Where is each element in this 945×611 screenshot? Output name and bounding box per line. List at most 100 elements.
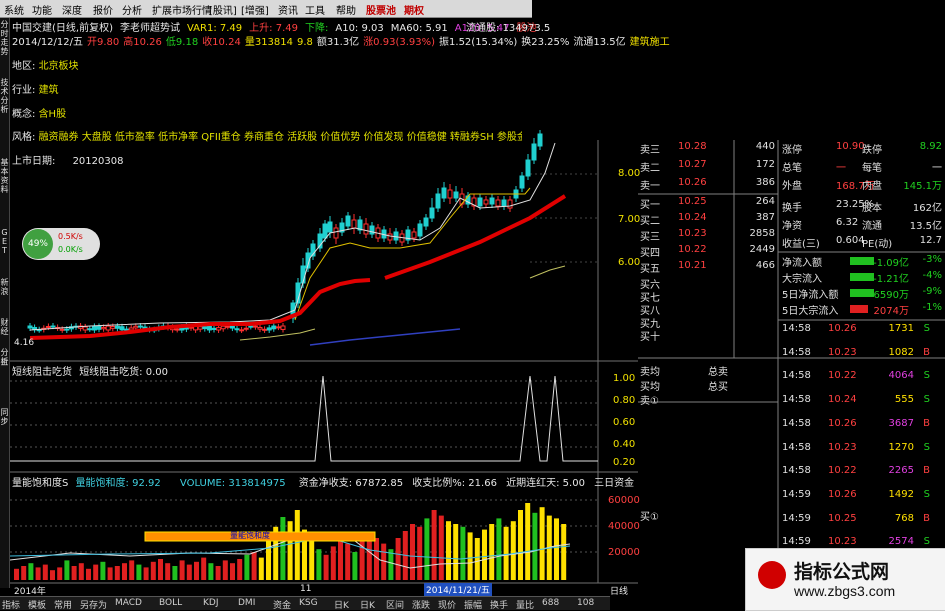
- candle-body: [537, 133, 543, 147]
- bottom-tab-10[interactable]: 日K: [334, 598, 349, 611]
- bottom-tab-bar: 指标 模板 常用 另存为 MACD BOLL KDJ DMI 资金 KSG 日K 日K 区间 涨跌 现价 振幅…: [0, 596, 610, 611]
- menu-item-8[interactable]: 资讯: [278, 2, 298, 17]
- trade-side: S: [923, 488, 930, 500]
- bottom-tab-12[interactable]: 区间: [386, 598, 404, 611]
- header2-part: 涨0.93(3.93%): [363, 37, 436, 48]
- bottom-tab-11[interactable]: 日K: [360, 598, 375, 611]
- candle-body: [423, 217, 429, 227]
- total-buy-label: 总买: [708, 382, 728, 393]
- volume-bar: [78, 563, 84, 580]
- volume-bar: [489, 524, 495, 580]
- trade-volume: 4064: [888, 370, 914, 382]
- bottom-tab-15[interactable]: 振幅: [464, 598, 482, 611]
- speed-badge[interactable]: 49% 0.5K/s 0.0K/s: [22, 228, 100, 260]
- trade-side: S: [923, 370, 930, 382]
- volume-bar: [323, 554, 329, 580]
- left-tab-4[interactable]: 新浪: [0, 278, 9, 296]
- watermark-title: 指标公式网: [794, 561, 890, 583]
- volume-bar: [525, 503, 531, 580]
- candle-body: [105, 325, 111, 331]
- volume-bar: [100, 561, 106, 580]
- candle-body: [133, 325, 139, 329]
- trade-volume: 2265: [888, 465, 914, 477]
- left-tab-7[interactable]: 三: [0, 358, 9, 367]
- bottom-tab-1[interactable]: 模板: [28, 598, 46, 611]
- volume-bar: [129, 560, 135, 580]
- menu-item-9[interactable]: 工具: [305, 2, 325, 17]
- left-tab-2[interactable]: 基本资料: [0, 158, 9, 194]
- menu-item-11[interactable]: 股票池: [366, 2, 396, 17]
- period-label[interactable]: 日线: [610, 584, 628, 597]
- left-tab-5[interactable]: 财经: [0, 318, 9, 336]
- trade-side: B: [923, 346, 930, 358]
- left-tab-0[interactable]: 分时走势: [0, 20, 9, 56]
- candle-body: [477, 197, 483, 207]
- volume-bar: [309, 540, 315, 580]
- ask-volume: 440: [755, 141, 775, 152]
- bottom-tab-6[interactable]: KDJ: [203, 598, 219, 608]
- volume-bar: [539, 507, 545, 580]
- candle-body: [128, 327, 134, 331]
- bottom-tab-17[interactable]: 量比: [516, 598, 534, 611]
- menu-item-5[interactable]: 扩展市场行情: [152, 2, 212, 17]
- panel3-tick: 60000: [608, 495, 640, 506]
- trade-side: S: [923, 536, 930, 548]
- volume-bar: [28, 563, 34, 580]
- trade-volume: 1082: [888, 346, 914, 358]
- info-concept: 概念: 含H股: [12, 109, 67, 120]
- bottom-tab-2[interactable]: 常用: [54, 598, 72, 611]
- bottom-tab-19[interactable]: 108: [577, 598, 594, 608]
- volume-bar: [215, 566, 221, 580]
- buy-queue-label[interactable]: 买①: [640, 508, 659, 523]
- volume-bar: [122, 563, 127, 580]
- panel2-tick: 0.20: [613, 457, 636, 468]
- bottom-tab-3[interactable]: 另存为: [80, 598, 107, 611]
- ask-price: 10.27: [678, 159, 707, 170]
- header2-part: 开9.80: [87, 37, 120, 48]
- menu-item-0[interactable]: 系统: [4, 2, 24, 17]
- menu-item-12[interactable]: 期权: [404, 2, 424, 17]
- bottom-tab-13[interactable]: 涨跌: [412, 598, 430, 611]
- volume-bar: [417, 526, 423, 580]
- left-tab-8[interactable]: 同步: [0, 408, 9, 426]
- bottom-tab-5[interactable]: BOLL: [159, 598, 182, 608]
- stat-label: PE(动): [862, 239, 893, 250]
- sell-queue-label[interactable]: 卖①: [640, 392, 659, 407]
- candle-body: [225, 325, 231, 328]
- volume-bar: [258, 557, 264, 580]
- trade-side: B: [923, 512, 930, 524]
- bottom-tab-4[interactable]: MACD: [115, 598, 142, 608]
- left-tab-1[interactable]: 技术分析: [0, 78, 9, 114]
- bottom-tab-0[interactable]: 指标: [2, 598, 20, 611]
- menu-item-3[interactable]: 报价: [93, 2, 113, 17]
- menu-item-7[interactable]: [增强]: [241, 2, 269, 17]
- volume-bar: [114, 566, 120, 580]
- menu-item-10[interactable]: 帮助: [336, 2, 356, 17]
- menu-item-4[interactable]: 分析: [122, 2, 142, 17]
- volume-bar: [93, 564, 99, 580]
- menu-item-2[interactable]: 深度: [62, 2, 82, 17]
- bottom-tab-7[interactable]: DMI: [238, 598, 255, 608]
- candle-body: [27, 325, 33, 329]
- candle-body: [202, 326, 208, 330]
- left-tab-3[interactable]: GET: [0, 228, 9, 255]
- volume-bar: [287, 521, 293, 580]
- bottom-tab-18[interactable]: 688: [542, 598, 559, 608]
- flow-label: 大宗流入: [782, 274, 822, 285]
- volume-bar: [330, 546, 336, 580]
- candle-body: [393, 231, 399, 241]
- bottom-tab-14[interactable]: 现价: [438, 598, 456, 611]
- header2-part: 建筑施工: [629, 37, 670, 48]
- volume-bar: [230, 563, 235, 580]
- menu-item-6[interactable]: [股讯]: [209, 2, 237, 17]
- bid-label: 买四: [640, 248, 660, 259]
- bottom-tab-9[interactable]: KSG: [299, 598, 318, 608]
- trade-time: 14:59: [782, 512, 811, 524]
- stat-label: 换手: [782, 203, 802, 214]
- bottom-tab-16[interactable]: 换手: [490, 598, 508, 611]
- volume-bar: [345, 543, 351, 580]
- bottom-tab-8[interactable]: 资金: [273, 598, 291, 611]
- candle-body: [300, 265, 306, 284]
- stat-label: 流通: [862, 221, 882, 232]
- menu-item-1[interactable]: 功能: [32, 2, 52, 17]
